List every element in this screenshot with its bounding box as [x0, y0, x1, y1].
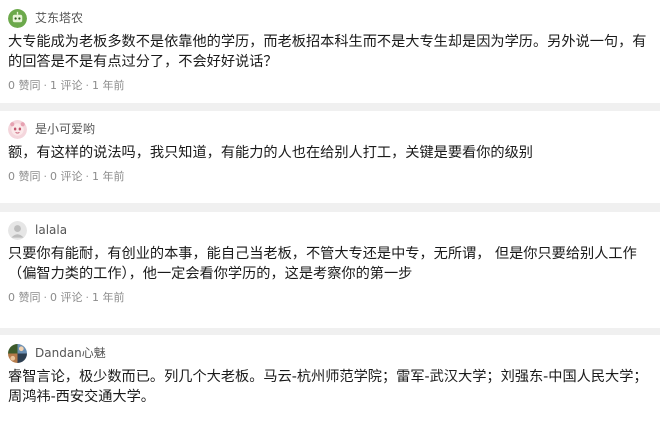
comment-text: 睿智言论，极少数而已。列几个大老板。马云-杭州师范学院；雷军-武汉大学；刘强东-…: [8, 369, 648, 405]
reply-count[interactable]: 1 评论: [50, 79, 83, 92]
comment-feed: 艾东塔农 大专能成为老板多数不是依靠他的学历，而老板招本科生而不是大专生却是因为…: [0, 0, 660, 439]
timestamp: 1 年前: [92, 291, 125, 304]
like-count[interactable]: 0 赞同: [8, 291, 41, 304]
comment-card: lalala 只要你有能耐，有创业的本事，能自己当老板，不管大专还是中专，无所谓…: [0, 212, 660, 328]
comment-meta: 0 赞同 · 0 评论 · 1 年前: [8, 170, 650, 184]
comment-header: Dandan心魅: [8, 335, 650, 365]
meta-separator: ·: [43, 79, 48, 92]
meta-separator: ·: [43, 170, 48, 183]
username[interactable]: Dandan心魅: [35, 345, 106, 361]
meta-separator: ·: [85, 291, 90, 304]
comment-card: Dandan心魅 睿智言论，极少数而已。列几个大老板。马云-杭州师范学院；雷军-…: [0, 335, 660, 439]
like-count[interactable]: 0 赞同: [8, 79, 41, 92]
pink-character-avatar-icon[interactable]: [8, 119, 27, 139]
comment-card: 艾东塔农 大专能成为老板多数不是依靠他的学历，而老板招本科生而不是大专生却是因为…: [0, 0, 660, 103]
meta-separator: ·: [43, 291, 48, 304]
comment-header: 是小可爱哟: [8, 111, 650, 141]
timestamp: 1 年前: [92, 79, 125, 92]
comment-header: 艾东塔农: [8, 0, 650, 30]
comment-text: 额，有这样的说法吗，我只知道，有能力的人也在给别人打工，关键是要看你的级别: [8, 145, 533, 161]
photo-collage-avatar-icon[interactable]: [8, 343, 27, 363]
comment-meta: 0 赞同 · 0 评论 · 1 年前: [8, 291, 650, 305]
grey-default-avatar-icon[interactable]: [8, 220, 27, 240]
like-count[interactable]: 0 赞同: [8, 170, 41, 183]
username[interactable]: lalala: [35, 222, 67, 238]
comment-meta: 0 赞同 · 1 评论 · 1 年前: [8, 79, 650, 93]
comment-text: 大专能成为老板多数不是依靠他的学历，而老板招本科生而不是大专生却是因为学历。另外…: [8, 34, 647, 70]
timestamp: 1 年前: [92, 170, 125, 183]
reply-count[interactable]: 0 评论: [50, 291, 83, 304]
comment-text: 只要你有能耐，有创业的本事，能自己当老板，不管大专还是中专，无所谓， 但是你只要…: [8, 246, 637, 282]
green-robot-avatar-icon[interactable]: [8, 8, 27, 28]
reply-count[interactable]: 0 评论: [50, 170, 83, 183]
comment-card: 是小可爱哟 额，有这样的说法吗，我只知道，有能力的人也在给别人打工，关键是要看你…: [0, 111, 660, 203]
meta-separator: ·: [85, 79, 90, 92]
comment-header: lalala: [8, 212, 650, 242]
username[interactable]: 是小可爱哟: [35, 121, 95, 137]
username[interactable]: 艾东塔农: [35, 10, 83, 26]
meta-separator: ·: [85, 170, 90, 183]
